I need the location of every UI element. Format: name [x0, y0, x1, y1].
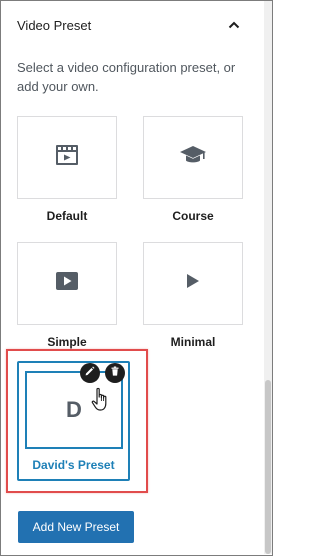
preset-simple-box[interactable]: [17, 242, 117, 325]
scrollbar-thumb[interactable]: [265, 380, 271, 554]
edit-pencil-icon: [84, 364, 96, 382]
preset-minimal-box[interactable]: [143, 242, 243, 325]
preset-initial: D: [66, 397, 82, 422]
hand-pointer-cursor-icon: [90, 387, 112, 413]
preset-default-box[interactable]: [17, 116, 117, 199]
preset-davids-label: David's Preset: [32, 458, 115, 472]
preset-minimal[interactable]: Minimal: [143, 242, 243, 349]
delete-preset-button[interactable]: [105, 363, 125, 383]
preset-course-label: Course: [172, 209, 214, 223]
delete-trash-icon: [109, 364, 121, 382]
panel-description: Select a video configuration preset, or …: [17, 60, 236, 94]
play-button-box-icon: [55, 271, 79, 296]
preset-course-box[interactable]: [143, 116, 243, 199]
graduation-cap-icon: [179, 144, 207, 171]
video-preset-panel: Video Preset Select a video configuratio…: [1, 1, 263, 554]
panel-title: Video Preset: [17, 17, 92, 33]
panel-header[interactable]: Video Preset: [1, 1, 263, 49]
preset-simple-label: Simple: [47, 335, 87, 349]
preset-course[interactable]: Course: [143, 116, 243, 223]
play-triangle-icon: [185, 272, 201, 295]
preset-default-label: Default: [46, 209, 88, 223]
add-new-preset-button[interactable]: Add New Preset: [18, 511, 134, 543]
video-clapper-icon: [55, 144, 79, 171]
edit-preset-button[interactable]: [80, 363, 100, 383]
chevron-up-icon[interactable]: [227, 18, 241, 32]
preset-simple[interactable]: Simple: [17, 242, 117, 349]
preset-default[interactable]: Default: [17, 116, 117, 223]
preset-minimal-label: Minimal: [170, 335, 216, 349]
